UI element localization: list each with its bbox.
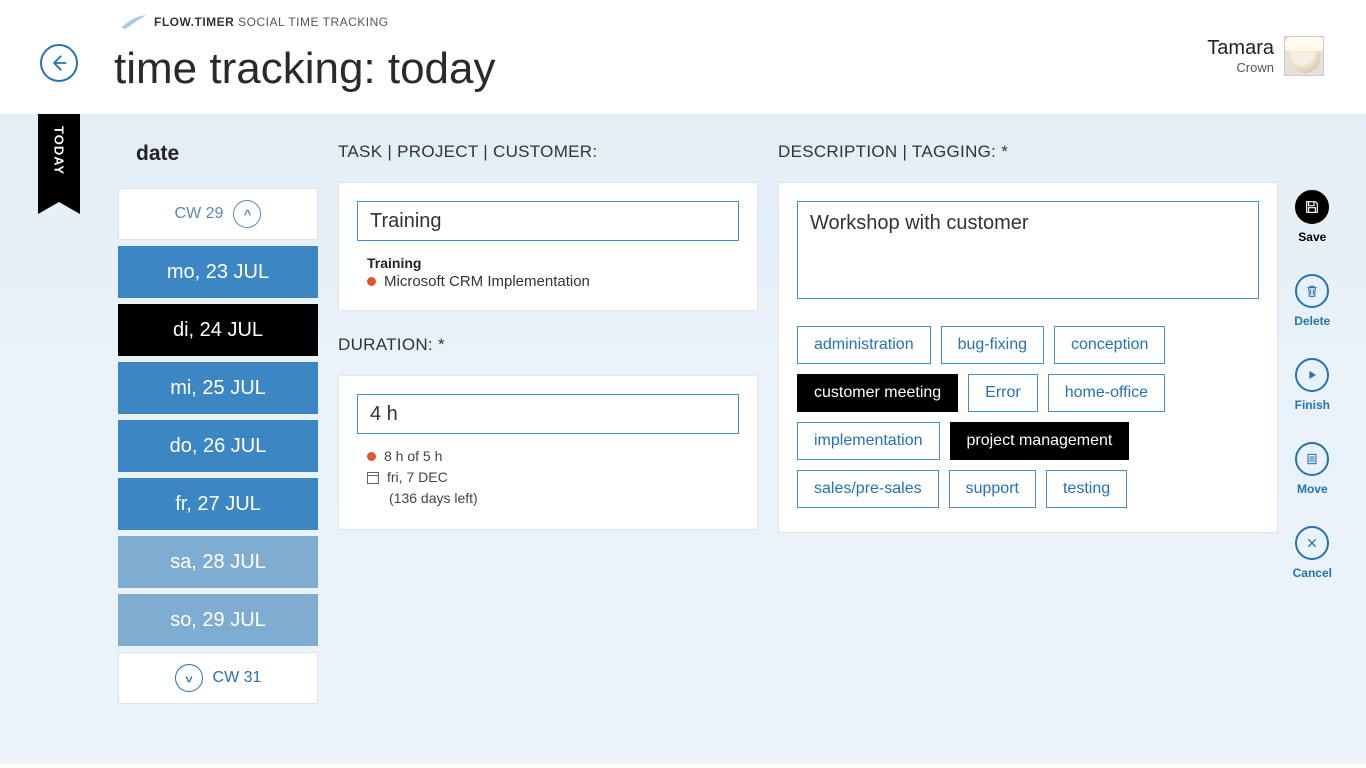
date-heading: date <box>136 142 318 166</box>
title-bar: time tracking: today Tamara Crown <box>0 40 1366 114</box>
cancel-button[interactable]: Cancel <box>1293 526 1332 580</box>
duration-section-heading: DURATION: * <box>338 335 758 355</box>
budget-dot-icon <box>367 452 376 461</box>
brand-text: FLOW.TIMER SOCIAL TIME TRACKING <box>154 15 389 29</box>
description-column: DESCRIPTION | TAGGING: * administration b… <box>778 142 1278 764</box>
tag-item[interactable]: testing <box>1046 470 1127 508</box>
prev-week-button[interactable]: CW 29 ^ <box>118 188 318 240</box>
move-button[interactable]: Move <box>1295 442 1329 496</box>
task-card: Training Microsoft CRM Implementation <box>338 182 758 311</box>
days-left: (136 days left) <box>367 488 739 509</box>
arrow-left-icon <box>49 53 69 73</box>
day-item[interactable]: sa, 28 JUL <box>118 536 318 588</box>
duration-input[interactable] <box>357 394 739 434</box>
description-section-heading: DESCRIPTION | TAGGING: * <box>778 142 1278 162</box>
prev-week-label: CW 29 <box>175 205 224 223</box>
back-button[interactable] <box>40 44 78 82</box>
user-block[interactable]: Tamara Crown <box>1207 36 1324 76</box>
document-icon <box>1304 451 1320 467</box>
day-item[interactable]: mo, 23 JUL <box>118 246 318 298</box>
app-header: FLOW.TIMER SOCIAL TIME TRACKING <box>0 0 1366 40</box>
user-name: Tamara <box>1207 37 1274 60</box>
calendar-icon <box>367 472 379 484</box>
next-week-button[interactable]: ^ CW 31 <box>118 652 318 704</box>
delete-button[interactable]: Delete <box>1294 274 1330 328</box>
duration-card: 8 h of 5 h fri, 7 DEC (136 days left) <box>338 375 758 530</box>
tag-item[interactable]: project management <box>950 422 1130 460</box>
date-column: date CW 29 ^ mo, 23 JUL di, 24 JUL mi, 25 … <box>118 142 318 764</box>
task-project: Microsoft CRM Implementation <box>367 273 739 290</box>
project-color-dot-icon <box>367 277 376 286</box>
avatar <box>1284 36 1324 76</box>
chevron-up-icon: ^ <box>233 200 261 228</box>
day-item[interactable]: so, 29 JUL <box>118 594 318 646</box>
day-item[interactable]: do, 26 JUL <box>118 420 318 472</box>
tag-item[interactable]: support <box>949 470 1036 508</box>
due-date-row: fri, 7 DEC <box>367 467 739 488</box>
tag-item[interactable]: Error <box>968 374 1038 412</box>
tag-item[interactable]: sales/pre-sales <box>797 470 939 508</box>
save-button[interactable]: Save <box>1295 190 1329 244</box>
user-company: Crown <box>1207 60 1274 75</box>
workspace: TODAY date CW 29 ^ mo, 23 JUL di, 24 JUL m… <box>0 114 1366 764</box>
logo-feather-icon <box>120 12 148 32</box>
tag-item[interactable]: implementation <box>797 422 940 460</box>
description-card: administration bug-fixing conception custom… <box>778 182 1278 533</box>
today-ribbon[interactable]: TODAY <box>38 114 80 202</box>
flag-icon <box>1304 367 1320 383</box>
task-input[interactable] <box>357 201 739 241</box>
task-duration-column: TASK | PROJECT | CUSTOMER: Training Micr… <box>338 142 758 764</box>
save-icon <box>1304 199 1320 215</box>
chevron-down-icon: ^ <box>175 664 203 692</box>
budget-row: 8 h of 5 h <box>367 446 739 467</box>
description-textarea[interactable] <box>797 201 1259 299</box>
close-icon <box>1304 535 1320 551</box>
day-item[interactable]: fr, 27 JUL <box>118 478 318 530</box>
tag-item[interactable]: customer meeting <box>797 374 958 412</box>
page-title: time tracking: today <box>114 44 496 94</box>
task-section-heading: TASK | PROJECT | CUSTOMER: <box>338 142 758 162</box>
tag-item[interactable]: home-office <box>1048 374 1165 412</box>
today-label: TODAY <box>52 126 67 175</box>
day-item[interactable]: mi, 25 JUL <box>118 362 318 414</box>
finish-button[interactable]: Finish <box>1295 358 1330 412</box>
tag-item[interactable]: administration <box>797 326 931 364</box>
tag-item[interactable]: bug-fixing <box>941 326 1044 364</box>
tag-item[interactable]: conception <box>1054 326 1165 364</box>
day-item[interactable]: di, 24 JUL <box>118 304 318 356</box>
trash-icon <box>1304 283 1320 299</box>
next-week-label: CW 31 <box>213 669 262 687</box>
tag-list: administration bug-fixing conception custom… <box>797 326 1259 508</box>
action-bar: Save Delete Finish Move Cancel <box>1293 190 1332 580</box>
task-name: Training <box>367 255 739 271</box>
